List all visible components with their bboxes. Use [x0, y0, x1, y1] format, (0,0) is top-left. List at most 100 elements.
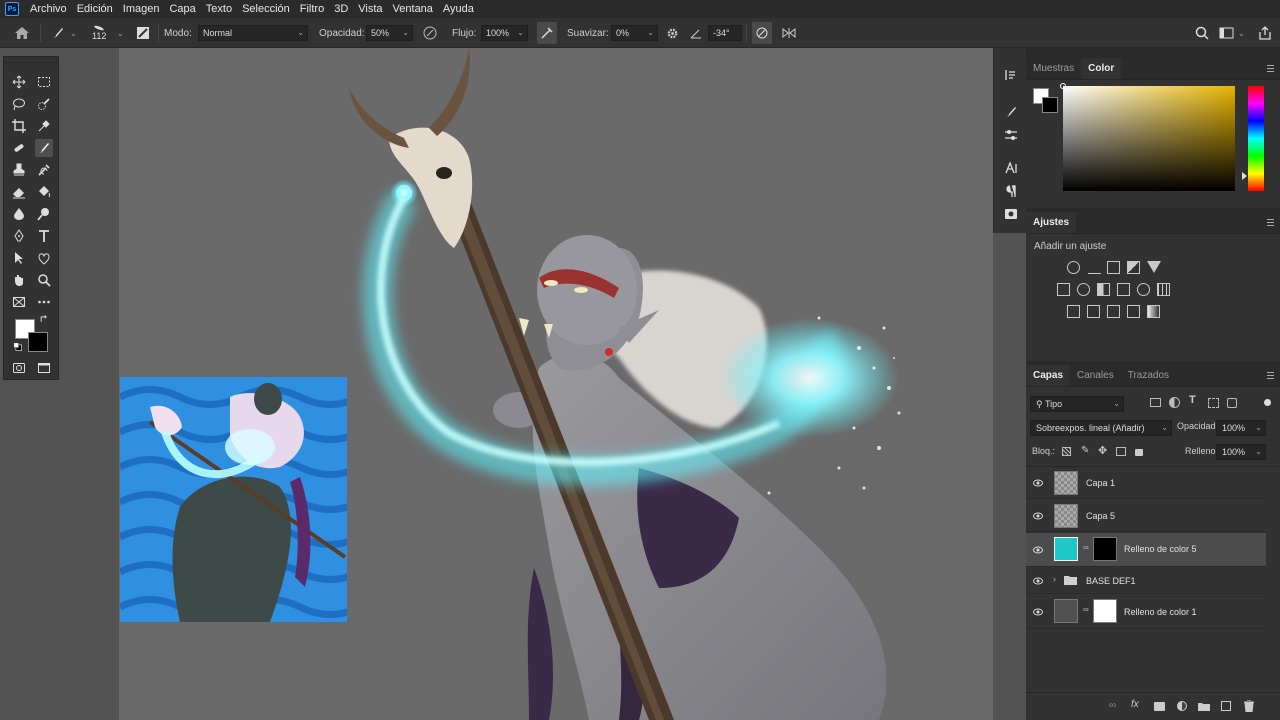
eye-icon[interactable]	[1033, 512, 1043, 520]
brush-settings-icon[interactable]	[136, 18, 150, 48]
layer-row-relleno-de-color-1[interactable]: ∞ Relleno de color 1	[1026, 595, 1266, 629]
menu-imagen[interactable]: Imagen	[118, 0, 165, 18]
smooth-field[interactable]: 0% ⌄	[611, 25, 658, 41]
frame-tool-icon[interactable]	[10, 293, 28, 311]
brightness-contrast-icon[interactable]	[1067, 261, 1080, 274]
default-colors-icon[interactable]	[12, 341, 24, 353]
eye-icon[interactable]	[1033, 608, 1043, 616]
dodge-tool-icon[interactable]	[35, 205, 53, 223]
zoom-tool-icon[interactable]	[35, 271, 53, 289]
link-icon[interactable]: ∞	[1083, 543, 1089, 552]
vibrance-icon[interactable]	[1147, 261, 1161, 273]
hue-slider-handle[interactable]	[1242, 172, 1247, 180]
path-selection-tool-icon[interactable]	[10, 249, 28, 267]
layer-row-capa-1[interactable]: Capa 1	[1026, 467, 1266, 499]
menu-vista[interactable]: Vista	[353, 0, 387, 18]
more-tools-icon[interactable]	[35, 293, 53, 311]
filter-adjustment-icon[interactable]	[1169, 397, 1180, 408]
menu-filtro[interactable]: Filtro	[295, 0, 329, 18]
trash-icon[interactable]	[1244, 700, 1254, 712]
quick-selection-tool-icon[interactable]	[35, 95, 53, 113]
tab-ajustes[interactable]: Ajustes	[1026, 212, 1077, 233]
eyedropper-tool-icon[interactable]	[35, 117, 53, 135]
crop-tool-icon[interactable]	[10, 117, 28, 135]
fx-icon[interactable]: fx	[1131, 699, 1139, 710]
eye-icon[interactable]	[1033, 577, 1043, 585]
tab-color[interactable]: Color	[1081, 58, 1122, 79]
filter-smart-object-icon[interactable]	[1227, 398, 1237, 408]
airbrush-icon[interactable]	[537, 22, 557, 44]
chevron-right-icon[interactable]: ›	[1053, 574, 1056, 584]
pressure-size-icon[interactable]	[752, 22, 772, 44]
tab-capas[interactable]: Capas	[1026, 365, 1071, 386]
posterize-icon[interactable]	[1087, 305, 1100, 318]
layer-row-relleno-de-color-5[interactable]: ∞ Relleno de color 5	[1026, 533, 1266, 567]
menu-seleccion[interactable]: Selección	[237, 0, 295, 18]
lock-transparency-icon[interactable]	[1062, 447, 1071, 456]
layer-filter-select[interactable]: ⚲ Tipo ⌄	[1030, 396, 1124, 412]
color-balance-icon[interactable]	[1077, 283, 1090, 296]
marquee-tool-icon[interactable]	[35, 73, 53, 91]
history-brush-tool-icon[interactable]	[35, 161, 53, 179]
menu-ventana[interactable]: Ventana	[388, 0, 438, 18]
brush-tool-icon[interactable]	[35, 139, 53, 157]
healing-brush-tool-icon[interactable]	[10, 139, 28, 157]
layer-row-base-def1[interactable]: › BASE DEF1	[1026, 568, 1266, 594]
paragraph-panel-icon[interactable]	[1002, 182, 1019, 199]
color-lookup-icon[interactable]	[1157, 283, 1170, 296]
pressure-opacity-icon[interactable]	[422, 18, 438, 48]
new-group-icon[interactable]	[1198, 702, 1210, 711]
background-swatch[interactable]	[1042, 97, 1058, 113]
lock-position-icon[interactable]: ✥	[1098, 444, 1107, 457]
lock-artboard-icon[interactable]	[1116, 447, 1126, 456]
type-tool-icon[interactable]	[35, 227, 53, 245]
brush-size-picker[interactable]: 112	[92, 18, 106, 48]
filter-shape-icon[interactable]	[1208, 398, 1219, 408]
panel-menu-icon[interactable]	[1267, 219, 1274, 226]
menu-texto[interactable]: Texto	[201, 0, 237, 18]
filter-type-icon[interactable]: T	[1189, 394, 1196, 406]
background-color-swatch[interactable]	[28, 332, 48, 352]
panel-menu-icon[interactable]	[1267, 372, 1274, 379]
share-icon[interactable]	[1258, 18, 1272, 48]
hue-slider[interactable]	[1248, 86, 1264, 191]
lasso-tool-icon[interactable]	[10, 95, 28, 113]
menu-archivo[interactable]: Archivo	[25, 0, 72, 18]
search-icon[interactable]	[1195, 18, 1209, 48]
link-icon[interactable]: ∞	[1083, 605, 1089, 614]
blend-mode-select[interactable]: Sobreexpos. lineal (Añadir) ⌄	[1030, 420, 1172, 436]
exposure-icon[interactable]	[1127, 261, 1140, 274]
angle-field[interactable]: -34°	[708, 25, 742, 41]
gear-icon[interactable]	[666, 18, 679, 48]
symmetry-icon[interactable]	[781, 18, 797, 48]
filter-toggle-icon[interactable]	[1264, 399, 1271, 406]
move-tool-icon[interactable]	[10, 73, 28, 91]
curves-icon[interactable]	[1107, 261, 1120, 274]
custom-shape-tool-icon[interactable]	[35, 249, 53, 267]
brush-tool-preset-icon[interactable]: ⌄	[50, 18, 77, 48]
menu-edicion[interactable]: Edición	[72, 0, 118, 18]
color-picker-handle[interactable]	[1060, 83, 1066, 89]
layer-row-capa-5[interactable]: Capa 5	[1026, 500, 1266, 532]
workspace-icon[interactable]: ⌄	[1219, 18, 1245, 48]
mode-select[interactable]: Normal ⌄	[198, 25, 308, 41]
threshold-icon[interactable]	[1107, 305, 1120, 318]
eye-icon[interactable]	[1033, 546, 1043, 554]
channel-mixer-icon[interactable]	[1137, 283, 1150, 296]
blur-tool-icon[interactable]	[10, 205, 28, 223]
character-panel-icon[interactable]	[1002, 159, 1019, 176]
tab-muestras[interactable]: Muestras	[1026, 58, 1081, 79]
layer-opacity-field[interactable]: 100% ⌄	[1216, 420, 1266, 436]
levels-icon[interactable]	[1088, 261, 1101, 274]
add-mask-icon[interactable]	[1154, 702, 1165, 711]
brush-settings-panel-icon[interactable]	[1002, 126, 1019, 143]
flow-field[interactable]: 100% ⌄	[481, 25, 528, 41]
hue-saturation-icon[interactable]	[1057, 283, 1070, 296]
home-icon[interactable]	[14, 18, 30, 48]
black-white-icon[interactable]	[1097, 283, 1110, 296]
tab-canales[interactable]: Canales	[1070, 365, 1121, 386]
menu-3d[interactable]: 3D	[329, 0, 353, 18]
document-canvas[interactable]	[119, 48, 993, 720]
hand-tool-icon[interactable]	[10, 271, 28, 289]
link-layers-icon[interactable]: ∞	[1109, 700, 1116, 711]
